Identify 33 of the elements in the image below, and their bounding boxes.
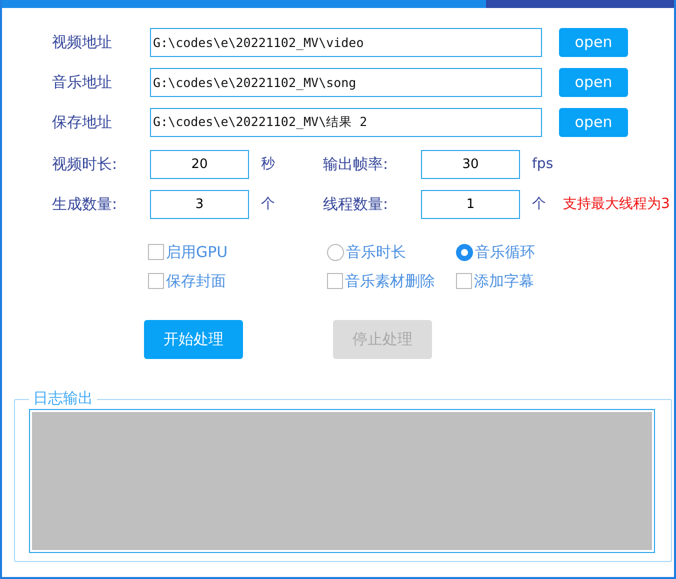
field-label: 生成数量: <box>52 194 118 216</box>
path-field[interactable]: G:\codes\e\20221102_MV\song <box>150 68 542 97</box>
number-field[interactable]: 30 <box>421 150 520 179</box>
log-output[interactable] <box>29 409 655 553</box>
field-label: 线程数量: <box>323 194 390 216</box>
option-label: 音乐素材删除 <box>345 270 435 292</box>
field-label: 音乐地址 <box>52 72 113 94</box>
group-title: 日志输出 <box>29 388 97 408</box>
option-label: 音乐循环 <box>475 242 535 263</box>
radio-button[interactable] <box>327 244 344 261</box>
option-label: 保存封面 <box>166 270 226 292</box>
number-field[interactable]: 1 <box>421 190 520 219</box>
number-field[interactable]: 3 <box>150 190 249 219</box>
unit-label: fps <box>531 155 554 174</box>
checkbox[interactable] <box>148 244 164 260</box>
checkbox[interactable] <box>327 272 343 289</box>
unit-label: 个 <box>531 195 547 214</box>
unit-label: 个 <box>260 195 276 214</box>
checkbox[interactable] <box>148 272 164 289</box>
option-label: 启用GPU <box>166 242 228 263</box>
field-label: 输出帧率: <box>323 154 390 176</box>
option-label: 添加字幕 <box>474 270 534 292</box>
field-label: 保存地址 <box>52 112 113 134</box>
path-field[interactable]: G:\codes\e\20221102_MV\结果 2 <box>150 108 542 137</box>
option-label: 音乐时长 <box>346 242 406 263</box>
unit-label: 秒 <box>260 155 276 174</box>
warning-text: 支持最大线程为3 <box>563 195 670 214</box>
field-label: 视频时长: <box>52 154 118 176</box>
number-field[interactable]: 20 <box>150 150 249 179</box>
radio-button[interactable] <box>456 244 473 261</box>
field-label: 视频地址 <box>52 32 113 54</box>
checkbox[interactable] <box>456 272 472 289</box>
path-field[interactable]: G:\codes\e\20221102_MV\video <box>150 28 542 57</box>
